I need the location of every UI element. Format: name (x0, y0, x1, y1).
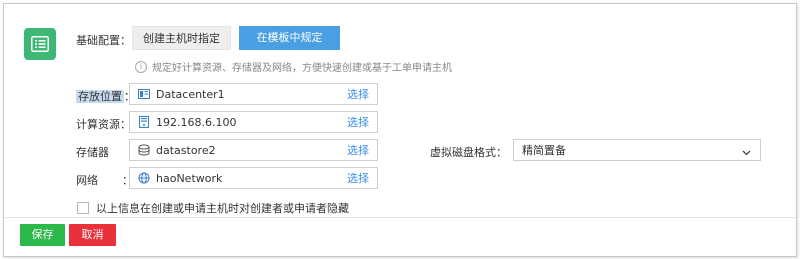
hint-message: 规定好计算资源、存储器及网络，方便快速创建或基于工单申请主机 (152, 63, 452, 74)
compute-field[interactable]: 192.168.6.100 选择 (129, 111, 378, 133)
location-field[interactable]: Datacenter1 选择 (129, 83, 378, 105)
info-icon: i (135, 60, 147, 73)
location-value: Datacenter1 (156, 87, 225, 101)
location-label: 存放位置： (76, 88, 135, 104)
datacenter-icon (138, 88, 150, 100)
storage-label-text: 存储器 (76, 146, 109, 159)
network-label: 网络： (76, 172, 133, 188)
storage-select-link[interactable]: 选择 (347, 142, 369, 158)
hide-info-label: 以上信息在创建或申请主机时对创建者或申请者隐藏 (96, 202, 349, 215)
disk-format-label: 虚拟磁盘格式： (430, 146, 507, 159)
basic-config-label: 基础配置： (76, 34, 131, 47)
network-field[interactable]: haoNetwork 选择 (129, 167, 378, 189)
network-value: haoNetwork (156, 171, 223, 185)
disk-format-value: 精简置备 (522, 144, 566, 157)
option-specify-on-create[interactable]: 创建主机时指定 (132, 26, 231, 50)
server-icon (138, 116, 150, 128)
network-icon (138, 172, 150, 184)
location-label-text: 存放位置 (76, 90, 124, 103)
option-define-in-template[interactable]: 在模板中规定 (239, 26, 340, 50)
network-label-text: 网络 (76, 174, 98, 187)
chevron-down-icon (742, 146, 751, 159)
hide-info-checkbox[interactable] (77, 202, 89, 214)
datastore-icon (138, 144, 150, 156)
location-select-link[interactable]: 选择 (347, 86, 369, 102)
list-icon (24, 28, 56, 60)
hint-text: i 规定好计算资源、存储器及网络，方便快速创建或基于工单申请主机 (135, 59, 452, 74)
disk-format-select[interactable]: 精简置备 (513, 139, 761, 161)
footer-divider (4, 217, 796, 218)
storage-value: datastore2 (156, 143, 216, 157)
network-select-link[interactable]: 选择 (347, 170, 369, 186)
compute-select-link[interactable]: 选择 (347, 114, 369, 130)
hide-info-checkbox-row[interactable]: 以上信息在创建或申请主机时对创建者或申请者隐藏 (77, 200, 349, 216)
compute-label: 计算资源： (76, 118, 131, 131)
save-button[interactable]: 保存 (20, 224, 65, 246)
cancel-button[interactable]: 取消 (69, 224, 116, 246)
storage-field[interactable]: datastore2 选择 (129, 139, 378, 161)
compute-value: 192.168.6.100 (156, 115, 237, 129)
